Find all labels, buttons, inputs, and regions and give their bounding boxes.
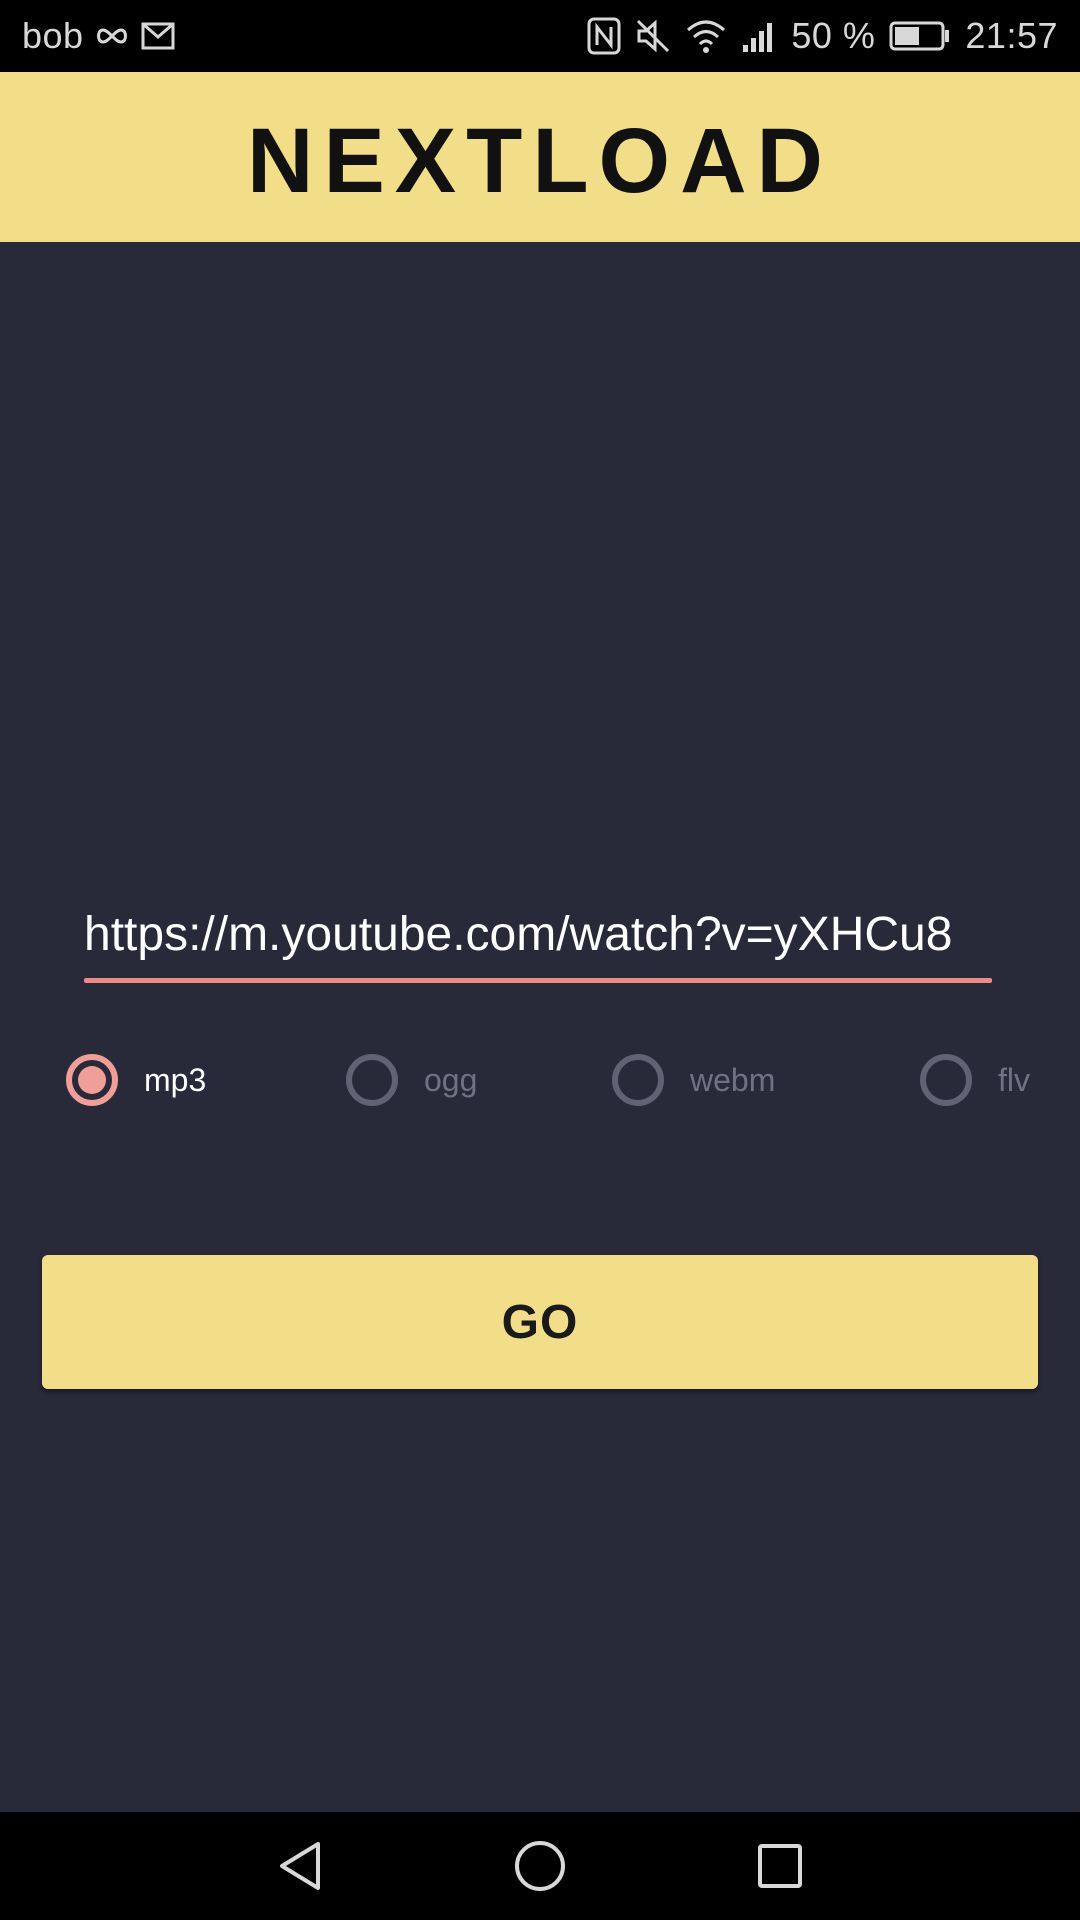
battery-icon <box>889 21 951 51</box>
url-field[interactable] <box>84 894 992 984</box>
radio-unchecked-icon[interactable] <box>612 1054 664 1106</box>
carrier-name: bob <box>22 15 84 56</box>
recents-icon[interactable] <box>744 1830 816 1902</box>
radio-unchecked-icon[interactable] <box>920 1054 972 1106</box>
radio-flv[interactable]: flv <box>920 1048 1030 1112</box>
radio-ogg[interactable]: ogg <box>346 1048 477 1112</box>
radio-checked-icon[interactable] <box>66 1054 118 1106</box>
radio-webm[interactable]: webm <box>612 1048 775 1112</box>
infinity-icon <box>94 26 130 46</box>
radio-label-flv: flv <box>998 1061 1030 1098</box>
back-icon[interactable] <box>264 1830 336 1902</box>
nfc-icon <box>587 17 621 55</box>
radio-unchecked-icon[interactable] <box>346 1054 398 1106</box>
clock: 21:57 <box>965 15 1058 56</box>
url-input[interactable] <box>84 894 992 976</box>
url-underline <box>84 978 992 983</box>
format-radio-group: mp3 ogg webm flv <box>0 1048 1080 1112</box>
radio-label-ogg: ogg <box>424 1061 478 1098</box>
mute-icon <box>635 18 671 54</box>
radio-label-mp3: mp3 <box>144 1061 207 1098</box>
app-header: NEXTLOAD <box>0 72 1080 242</box>
radio-mp3[interactable]: mp3 <box>66 1048 206 1112</box>
wifi-icon <box>685 18 727 54</box>
radio-label-webm: webm <box>690 1061 776 1098</box>
app-logo: NEXTLOAD <box>247 112 833 202</box>
mail-icon <box>140 21 176 51</box>
home-icon[interactable] <box>504 1830 576 1902</box>
navigation-bar <box>0 1812 1080 1920</box>
logo-text: NEXTLOAD <box>247 112 833 202</box>
status-bar: bob 50 % 21:57 <box>0 0 1080 72</box>
battery-percent: 50 % <box>791 15 876 56</box>
signal-icon <box>741 19 777 53</box>
go-button[interactable]: GO <box>42 1255 1038 1389</box>
